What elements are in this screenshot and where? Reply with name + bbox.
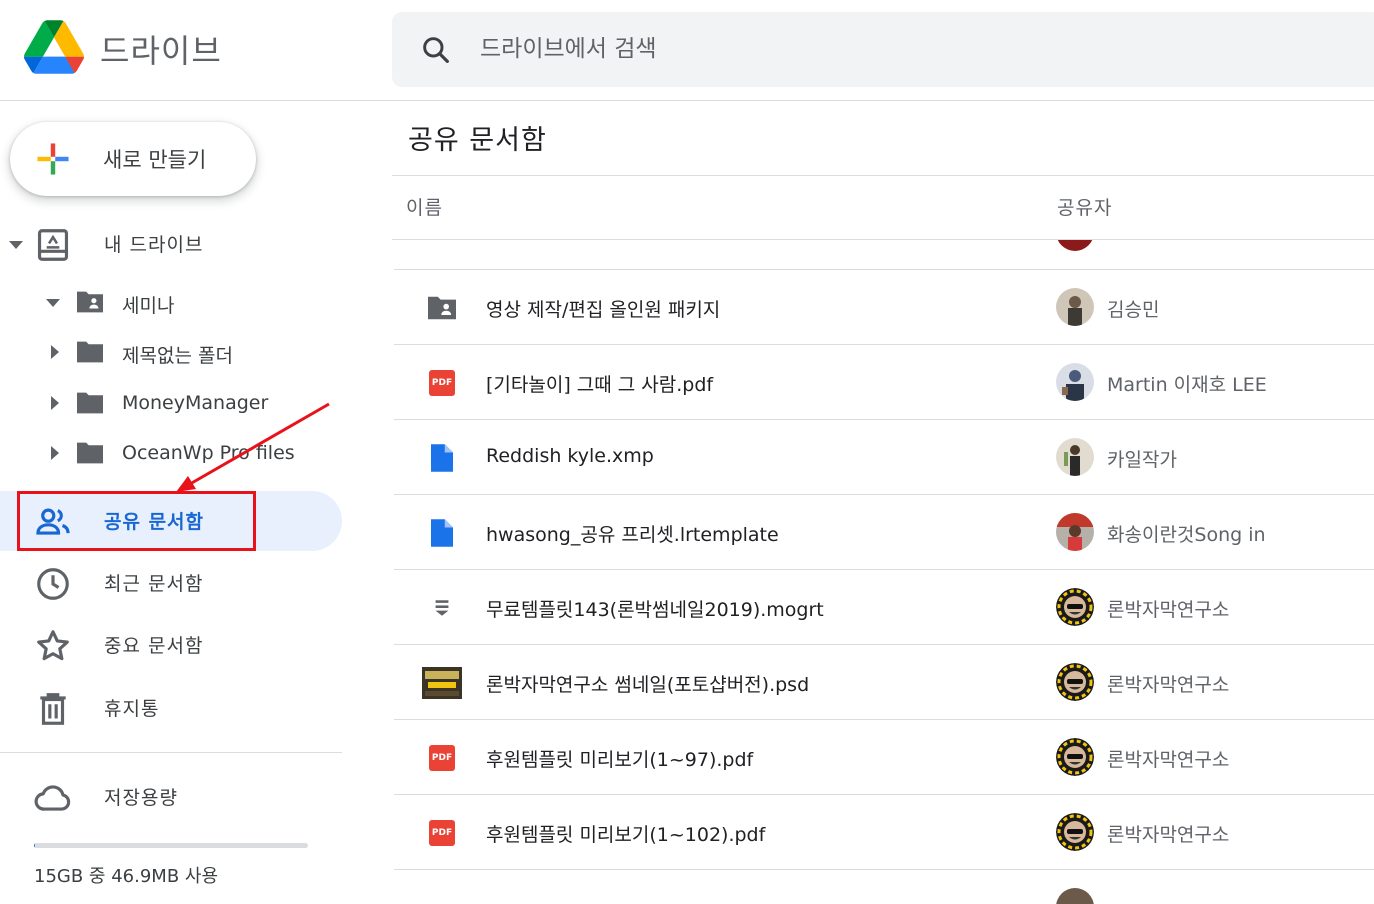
caret-right-icon[interactable] [51,446,59,460]
search-icon[interactable] [420,34,452,66]
table-row[interactable]: 무료템플릿143(론박썸네일2019).mogrt 론박자막연구소 [394,570,1374,645]
sidebar-item-label: 휴지통 [104,698,160,720]
sidebar-item-label: 중요 문서함 [104,635,204,657]
sidebar-item-label: 저장용량 [104,787,178,809]
file-name: Reddish kyle.xmp [486,445,654,467]
sidebar-item-label: 최근 문서함 [104,573,204,595]
folder-icon [77,341,103,363]
file-name: hwasong_공유 프리셋.lrtemplate [486,524,779,546]
table-row[interactable]: 영상 제작/편집 올인원 패키지 김승민 [394,270,1374,345]
mogrt-file-icon [422,592,462,624]
table-row[interactable]: PDF [기타놀이] 그때 그 사람.pdf Martin 이재호 LEE [394,345,1374,420]
avatar [1056,363,1094,401]
app-title[interactable]: 드라이브 [100,26,222,72]
file-name: 무료템플릿143(론박썸네일2019).mogrt [486,599,824,621]
avatar [1056,813,1094,851]
cloud-icon [34,785,71,811]
tree-item-label: 세미나 [122,295,175,317]
google-drive-logo-icon [24,20,84,74]
owner-name: Martin 이재호 LEE [1107,374,1267,396]
search-bar[interactable] [392,12,1374,87]
avatar [1056,888,1094,904]
shared-folder-icon [422,292,462,324]
caret-right-icon[interactable] [51,345,59,359]
column-header-owner[interactable]: 공유자 [1057,193,1112,220]
title-divider [392,175,1374,176]
doc-file-icon [422,517,462,549]
new-button-label: 새로 만들기 [103,148,207,172]
new-button[interactable]: 새로 만들기 [10,122,256,196]
owner-name: 론박자막연구소 [1107,749,1230,771]
drive-icon [37,229,69,261]
shared-folder-icon [77,291,103,313]
owner-name: 화송이란것Song in [1107,524,1266,546]
storage-usage-text: 15GB 중 46.9MB 사용 [34,866,219,887]
table-row[interactable]: PDF 후원템플릿 미리보기(1~102).pdf 론박자막연구소 [394,795,1374,870]
sidebar-item-trash[interactable]: 휴지통 [0,678,342,738]
search-input[interactable] [480,32,1280,66]
highlight-box [17,491,256,551]
clock-icon [37,568,69,600]
file-name: 영상 제작/편집 올인원 패키지 [486,299,721,321]
table-row[interactable]: Reddish kyle.xmp 카일작가 [394,420,1374,495]
table-row[interactable]: PDF 후원템플릿 미리보기(1~97).pdf 론박자막연구소 [394,720,1374,795]
avatar [1056,240,1094,251]
file-name: 후원템플릿 미리보기(1~102).pdf [486,824,766,846]
star-icon [37,630,69,661]
storage-bar-fill [34,843,35,848]
owner-name: 론박자막연구소 [1107,674,1230,696]
caret-down-icon[interactable] [9,241,23,249]
avatar [1056,663,1094,701]
plus-icon [37,143,69,175]
tree-item-label: MoneyManager [122,392,269,414]
page-title: 공유 문서함 [408,125,547,156]
file-name: [기타놀이] 그때 그 사람.pdf [486,374,714,396]
sidebar-item-starred[interactable]: 중요 문서함 [0,615,342,675]
sidebar-item-storage[interactable]: 저장용량 [0,767,342,827]
table-row[interactable]: hwasong_공유 프리셋.lrtemplate 화송이란것Song in [394,495,1374,570]
tree-item-label: OceanWp Pro files [122,442,295,464]
sidebar-item-recent[interactable]: 최근 문서함 [0,553,342,613]
owner-name: 카일작가 [1107,449,1177,471]
sidebar-item-my-drive[interactable]: 내 드라이브 [0,214,342,274]
pdf-icon: PDF [422,817,462,849]
file-name: 론박자막연구소 썸네일(포토샵버전).psd [486,674,810,696]
header-divider [0,100,1374,101]
caret-down-icon[interactable] [46,299,60,307]
owner-name: 론박자막연구소 [1107,824,1230,846]
table-row[interactable] [394,240,1374,270]
avatar [1056,288,1094,326]
column-header-name[interactable]: 이름 [406,193,443,220]
table-row[interactable] [394,870,1374,904]
doc-file-icon [422,442,462,474]
storage-bar [34,843,308,848]
trash-icon [40,693,66,725]
avatar [1056,738,1094,776]
drive-logo[interactable] [24,20,84,74]
sidebar-divider [0,752,342,753]
tree-item-label: 제목없는 폴더 [122,345,233,367]
file-list: 영상 제작/편집 올인원 패키지 김승민 PDF [기타놀이] 그때 그 사람.… [394,240,1374,904]
avatar [1056,513,1094,551]
caret-right-icon[interactable] [51,396,59,410]
folder-icon [77,442,103,464]
owner-name: 론박자막연구소 [1107,599,1230,621]
table-row[interactable]: 론박자막연구소 썸네일(포토샵버전).psd 론박자막연구소 [394,645,1374,720]
file-name: 후원템플릿 미리보기(1~97).pdf [486,749,754,771]
avatar [1056,588,1094,626]
avatar [1056,438,1094,476]
folder-icon [77,392,103,414]
pdf-icon: PDF [422,742,462,774]
psd-thumbnail-icon [422,667,462,699]
owner-name: 김승민 [1107,299,1160,321]
sidebar-item-label: 내 드라이브 [104,234,204,256]
pdf-icon: PDF [422,367,462,399]
